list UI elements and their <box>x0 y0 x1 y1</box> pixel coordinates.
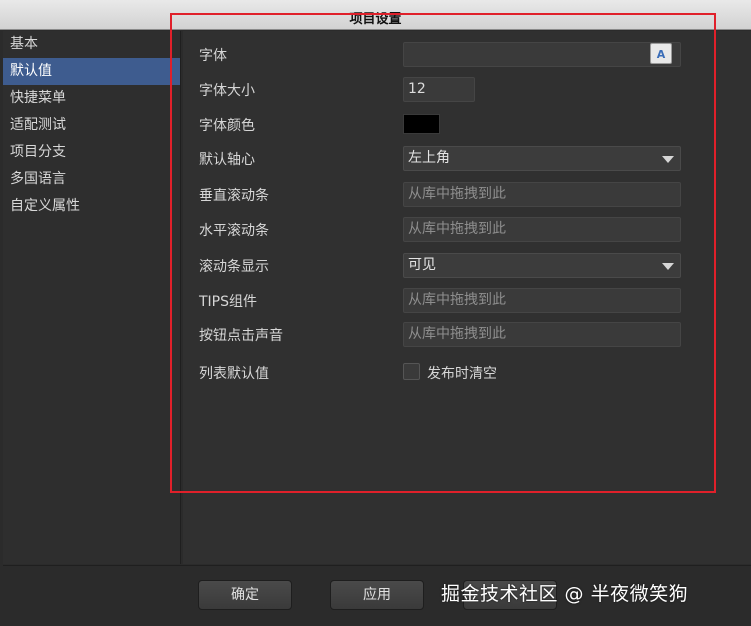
scrollbar-display-label: 滚动条显示 <box>199 259 269 275</box>
title-bar: 项目设置 <box>0 0 751 30</box>
scrollbar-display-value: 可见 <box>408 257 436 273</box>
tips-drop-field[interactable]: 从库中拖拽到此 <box>403 288 681 313</box>
sidebar-item-custom-properties[interactable]: 自定义属性 <box>3 193 180 220</box>
font-size-input[interactable]: 12 <box>403 77 475 102</box>
watermark-text: 掘金技术社区 @ 半夜微笑狗 <box>441 583 689 605</box>
tips-row: TIPS组件 从库中拖拽到此 <box>199 288 681 313</box>
clear-on-publish-checkbox[interactable] <box>403 363 420 380</box>
scrollbar-display-row: 滚动条显示 可见 <box>199 253 681 278</box>
sidebar-item-basic[interactable]: 基本 <box>3 31 180 58</box>
sidebar-item-project-branch[interactable]: 项目分支 <box>3 139 180 166</box>
list-default-label: 列表默认值 <box>199 366 269 382</box>
tips-label: TIPS组件 <box>199 294 258 310</box>
apply-button[interactable]: 应用 <box>330 580 424 610</box>
font-color-row: 字体颜色 <box>199 112 669 136</box>
sidebar-item-shortcut-menu[interactable]: 快捷菜单 <box>3 85 180 112</box>
pivot-row: 默认轴心 左上角 <box>199 146 681 171</box>
font-size-label: 字体大小 <box>199 83 255 99</box>
click-sound-drop-field[interactable]: 从库中拖拽到此 <box>403 322 681 347</box>
sidebar: 基本 默认值 快捷菜单 适配测试 项目分支 多国语言 自定义属性 <box>3 31 181 564</box>
sidebar-item-defaults[interactable]: 默认值 <box>3 58 180 85</box>
hscroll-drop-field[interactable]: 从库中拖拽到此 <box>403 217 681 242</box>
font-size-row: 字体大小 12 <box>199 77 669 102</box>
click-sound-row: 按钮点击声音 从库中拖拽到此 <box>199 322 681 347</box>
click-sound-label: 按钮点击声音 <box>199 328 283 344</box>
font-picker-icon[interactable]: A <box>650 43 672 64</box>
chevron-down-icon <box>662 156 674 163</box>
list-default-row: 列表默认值 发布时清空 <box>199 360 669 384</box>
font-field[interactable] <box>403 42 681 67</box>
scrollbar-display-select[interactable]: 可见 <box>403 253 681 278</box>
pivot-select[interactable]: 左上角 <box>403 146 681 171</box>
hscroll-label: 水平滚动条 <box>199 223 269 239</box>
settings-panel: 字体 A 字体大小 12 字体颜色 默认轴心 左上角 垂直滚动条 从库中拖拽到此… <box>183 31 751 564</box>
ok-button[interactable]: 确定 <box>198 580 292 610</box>
sidebar-item-adapt-test[interactable]: 适配测试 <box>3 112 180 139</box>
font-label: 字体 <box>199 48 227 64</box>
vscroll-row: 垂直滚动条 从库中拖拽到此 <box>199 182 681 207</box>
clear-on-publish-label: 发布时清空 <box>427 366 497 382</box>
font-row: 字体 A <box>199 42 681 67</box>
sidebar-item-languages[interactable]: 多国语言 <box>3 166 180 193</box>
window-title: 项目设置 <box>349 12 402 27</box>
font-color-swatch[interactable] <box>403 114 440 134</box>
font-color-label: 字体颜色 <box>199 118 255 134</box>
vscroll-label: 垂直滚动条 <box>199 188 269 204</box>
pivot-label: 默认轴心 <box>199 152 255 168</box>
chevron-down-icon <box>662 263 674 270</box>
pivot-value: 左上角 <box>408 150 450 166</box>
vscroll-drop-field[interactable]: 从库中拖拽到此 <box>403 182 681 207</box>
hscroll-row: 水平滚动条 从库中拖拽到此 <box>199 217 681 242</box>
